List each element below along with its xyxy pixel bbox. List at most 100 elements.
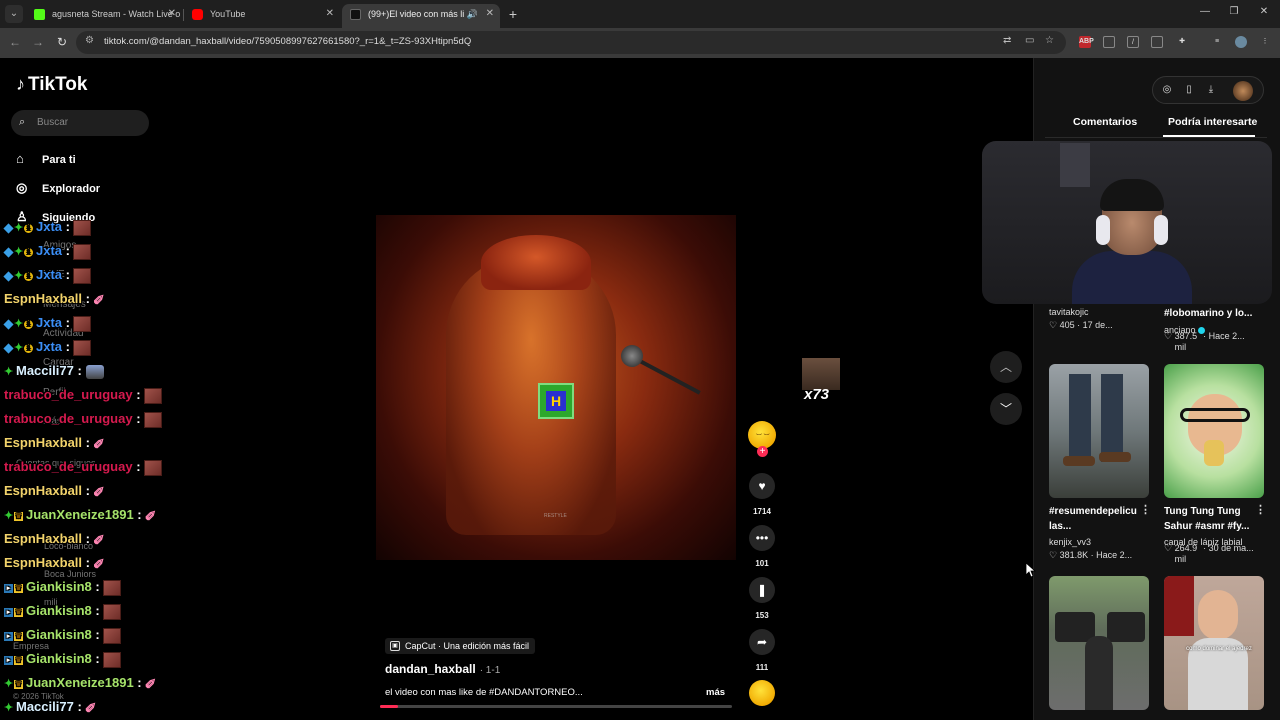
extension-icon[interactable]: / [1127,36,1139,48]
follow-plus-icon[interactable]: + [757,446,768,457]
user-avatar[interactable] [1233,81,1253,101]
nav-item-explorador[interactable]: ◎ Explorador [16,180,100,200]
chat-username[interactable]: Jxta [36,219,62,234]
card-more-icon[interactable]: ⋮ [1140,503,1151,516]
chrome-menu-icon[interactable]: ⋮ [1259,36,1271,48]
extension-icon[interactable] [1103,36,1115,48]
card-title[interactable]: #resumendepelicu las... [1049,504,1145,534]
thumb-caption: como dominar el ajedrez [1186,646,1252,652]
adblock-extension-icon[interactable]: ABP [1079,36,1094,48]
chat-username[interactable]: EspnHaxball [4,483,82,498]
nav-item-para-ti[interactable]: ⌂ Para ti [16,151,76,171]
chat-username[interactable]: Jxta [36,243,62,258]
restore-icon[interactable]: ❐ [1227,6,1241,17]
chat-username[interactable]: Giankisin8 [26,651,92,666]
search-input[interactable]: ⌕ Buscar [11,110,149,136]
chat-colon: : [62,243,70,258]
close-window-icon[interactable]: ✕ [1257,6,1271,17]
card-username[interactable]: kenjix_vv3 [1049,537,1091,547]
next-video-chevron-down-icon[interactable]: ﹀ [990,393,1022,425]
chat-username[interactable]: Jxta [36,339,62,354]
tab-youtube[interactable]: YouTube ✕ [184,4,340,28]
like-heart-icon[interactable]: ♥ [749,473,775,499]
download-icon[interactable]: ⤓ [1205,84,1217,95]
music-disc-icon[interactable] [749,680,775,706]
previous-video-chevron-up-icon[interactable]: ︿ [990,351,1022,383]
author-avatar[interactable]: ︶ ︶ [748,421,776,449]
chat-username[interactable]: Giankisin8 [26,603,92,618]
chat-username[interactable]: EspnHaxball [4,435,82,450]
minimize-icon[interactable]: — [1198,6,1212,17]
explore-compass-icon[interactable]: ◎ [1161,84,1173,95]
tab-podria-interesarte[interactable]: Podría interesarte [1168,116,1257,128]
close-tab-icon[interactable]: ✕ [168,4,176,24]
chat-username[interactable]: trabuco_de_uruguay [4,459,133,474]
bookmark-star-icon[interactable]: ☆ [1045,35,1054,46]
extensions-puzzle-icon[interactable]: ✚ [1176,36,1188,48]
card-stats: ♡ 387.5 mil · Hace 2... [1164,331,1245,352]
youtube-favicon-icon [192,9,203,20]
new-tab-button[interactable]: + [505,6,521,22]
chat-username[interactable]: Maccili77 [16,363,74,378]
green-badge-icon: ✦ [14,318,24,331]
chat-username[interactable]: trabuco_de_uruguay [4,387,133,402]
back-icon[interactable]: ← [8,35,22,49]
extension-icon[interactable] [1151,36,1163,48]
chat-username[interactable]: trabuco_de_uruguay [4,411,133,426]
phone-icon[interactable]: ▯ [1183,84,1195,95]
reload-icon[interactable]: ↻ [55,35,69,49]
card-username[interactable]: tavitakojic [1049,307,1089,317]
chat-username[interactable]: Giankisin8 [26,579,92,594]
tab-kick-stream[interactable]: agusneta Stream - Watch Live o ✕ [26,4,182,28]
video-progress-bar[interactable] [380,705,732,708]
profile-avatar-icon[interactable] [1235,36,1247,48]
chat-colon: : [91,651,100,666]
chat-username[interactable]: Jxta [36,315,62,330]
translate-icon[interactable]: ⇄ [1003,35,1011,46]
tab-search-button[interactable]: ⌄ [5,5,23,23]
video-player[interactable]: H RESTYLE [376,215,736,560]
site-info-icon[interactable]: ⚙ [85,35,94,46]
card-more-icon[interactable]: ⋮ [1255,503,1266,516]
card-title[interactable]: #lobomarino y lo... [1164,306,1260,321]
speaker-icon[interactable]: 🔊 [467,4,478,24]
chat-username[interactable]: EspnHaxball [4,291,82,306]
bookmark-icon[interactable]: ❚ [749,577,775,603]
card-time: 17 de... [1082,320,1113,330]
avatar-eyes: ︶ ︶ [756,435,770,441]
address-bar[interactable]: ⚙ tiktok.com/@dandan_haxball/video/75905… [76,31,1066,54]
video-card-thumbnail[interactable]: como dominar el ajedrez [1164,576,1264,710]
search-icon: ⌕ [19,116,26,128]
card-title[interactable]: Tung Tung Tung Sahur #asmr #fy... [1164,504,1260,534]
reading-list-icon[interactable]: ≡ [1211,36,1223,48]
forward-icon[interactable]: → [31,35,45,49]
chat-username[interactable]: EspnHaxball [4,531,82,546]
share-arrow-icon[interactable]: ➦ [749,629,775,655]
cast-icon[interactable]: ▭ [1025,35,1034,46]
video-card-thumbnail[interactable] [1049,576,1149,710]
video-card-thumbnail[interactable] [1049,364,1149,498]
video-card-thumbnail[interactable] [1164,364,1264,498]
chat-emote-icon: ✐ [92,555,105,572]
chat-username[interactable]: EspnHaxball [4,555,82,570]
tab-tiktok[interactable]: (99+)El video con más likes 🔊 ✕ [342,4,500,28]
tab-comentarios[interactable]: Comentarios [1073,116,1137,128]
chat-colon: : [62,219,70,234]
chat-username[interactable]: Jxta [36,267,62,282]
prime-badge-icon: ▸ [4,608,13,618]
capcut-tag[interactable]: ▣ CapCut · Una edición más fácil [385,638,536,654]
chat-username[interactable]: JuanXeneize1891 [26,507,134,522]
chat-message: trabuco_de_uruguay : [4,411,162,433]
video-author[interactable]: dandan_haxball · 1-1 [385,662,500,676]
tiktok-logo[interactable]: ♪ TikTok [16,74,87,96]
chat-username[interactable]: Maccili77 [16,699,74,714]
comment-icon[interactable]: ••• [749,525,775,551]
close-tab-icon[interactable]: ✕ [486,4,494,24]
thumb-car [1107,612,1145,642]
chat-emote-icon: ✐ [92,435,105,452]
green-badge-icon: ✦ [14,222,24,235]
close-tab-icon[interactable]: ✕ [326,4,334,24]
more-button[interactable]: más [706,687,725,698]
chat-username[interactable]: JuanXeneize1891 [26,675,134,690]
chat-username[interactable]: Giankisin8 [26,627,92,642]
